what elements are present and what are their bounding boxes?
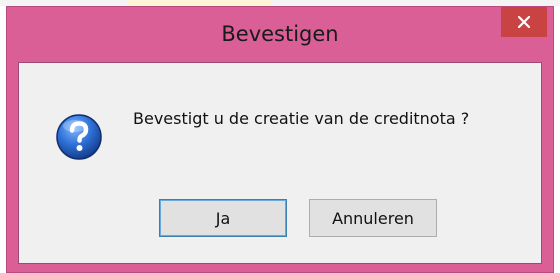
dialog-window: Bevestigen Bevestigt u de creatie van de… xyxy=(6,6,554,273)
close-button[interactable] xyxy=(501,7,547,37)
title-bar[interactable]: Bevestigen xyxy=(7,7,553,61)
dialog-message: Bevestigt u de creatie van de creditnota… xyxy=(133,109,470,128)
yes-button[interactable]: Ja xyxy=(159,199,287,237)
question-icon xyxy=(56,114,102,160)
close-icon xyxy=(517,15,531,29)
window-title: Bevestigen xyxy=(221,22,339,46)
cancel-button[interactable]: Annuleren xyxy=(309,199,437,237)
dialog-body: Bevestigt u de creatie van de creditnota… xyxy=(18,62,542,264)
